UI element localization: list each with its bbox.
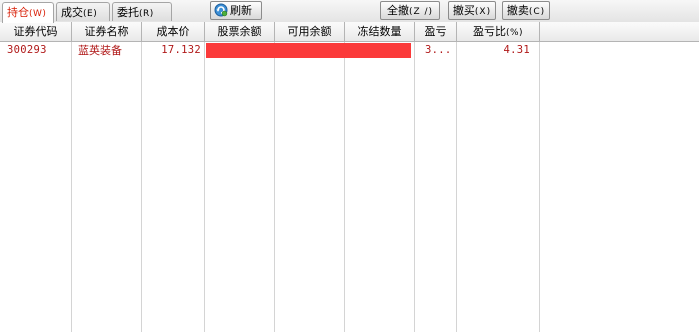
cancel-all-shortcut: (Z /) (408, 7, 434, 17)
tab-orders-shortcut: (R) (139, 9, 154, 19)
cancel-all-button[interactable]: 全撤(Z /) (380, 1, 440, 20)
header-frozen-quantity[interactable]: 冻结数量 (345, 22, 415, 41)
header-profit-loss-ratio-label: 盈亏比 (472, 25, 506, 38)
cancel-buy-label: 撤买 (452, 4, 475, 17)
refresh-button[interactable]: 刷新 (210, 1, 262, 20)
header-profit-loss-ratio[interactable]: 盈亏比(%) (457, 22, 540, 41)
tab-trades[interactable]: 成交(E) (56, 2, 110, 21)
column-divider (539, 42, 540, 332)
header-cost-price[interactable]: 成本价 (142, 22, 205, 41)
cell-profit-loss-ratio: 4.31 (503, 44, 530, 56)
cancel-sell-button[interactable]: 撤卖(C) (502, 1, 550, 20)
header-profit-loss[interactable]: 盈亏 (415, 22, 457, 41)
tab-orders[interactable]: 委托(R) (112, 2, 172, 21)
cancel-buy-button[interactable]: 撤买(X) (448, 1, 496, 20)
cell-security-name: 蓝英装备 (78, 44, 122, 57)
header-available-balance[interactable]: 可用余额 (275, 22, 345, 41)
header-security-code[interactable]: 证券代码 (0, 22, 72, 41)
header-security-name[interactable]: 证券名称 (72, 22, 142, 41)
holdings-table: 300293 蓝英装备 17.132 3... 4.31 (0, 42, 699, 332)
cancel-buy-shortcut: (X) (474, 7, 492, 17)
tab-holdings-shortcut: (W) (29, 9, 47, 19)
column-divider (204, 42, 205, 332)
refresh-icon (214, 3, 228, 17)
table-row[interactable]: 300293 蓝英装备 17.132 3... 4.31 (0, 42, 539, 59)
column-divider (141, 42, 142, 332)
tab-holdings-label: 持仓 (7, 6, 29, 19)
cancel-sell-label: 撤卖 (506, 4, 529, 17)
column-divider (71, 42, 72, 332)
tab-orders-label: 委托 (117, 6, 139, 19)
table-header: 证券代码 证券名称 成本价 股票余额 可用余额 冻结数量 盈亏 盈亏比(%) (0, 22, 699, 42)
header-profit-loss-ratio-unit: (%) (505, 28, 524, 38)
header-stock-balance[interactable]: 股票余额 (205, 22, 275, 41)
cancel-sell-shortcut: (C) (528, 7, 546, 17)
toolbar: 持仓(W) 成交(E) 委托(R) 刷新 全撤(Z /) 撤买(X) 撤卖(C) (0, 0, 699, 23)
cancel-all-label: 全撤 (386, 4, 409, 17)
cell-security-code: 300293 (7, 44, 47, 56)
column-divider (274, 42, 275, 332)
tab-holdings[interactable]: 持仓(W) (2, 2, 54, 23)
refresh-label: 刷新 (230, 4, 252, 17)
column-divider (456, 42, 457, 332)
tab-trades-shortcut: (E) (83, 9, 98, 19)
column-divider (344, 42, 345, 332)
column-divider (414, 42, 415, 332)
cell-cost-price: 17.132 (161, 44, 201, 56)
cell-profit-loss: 3... (425, 44, 452, 56)
masked-balances-bar (206, 43, 411, 58)
tab-trades-label: 成交 (61, 6, 83, 19)
